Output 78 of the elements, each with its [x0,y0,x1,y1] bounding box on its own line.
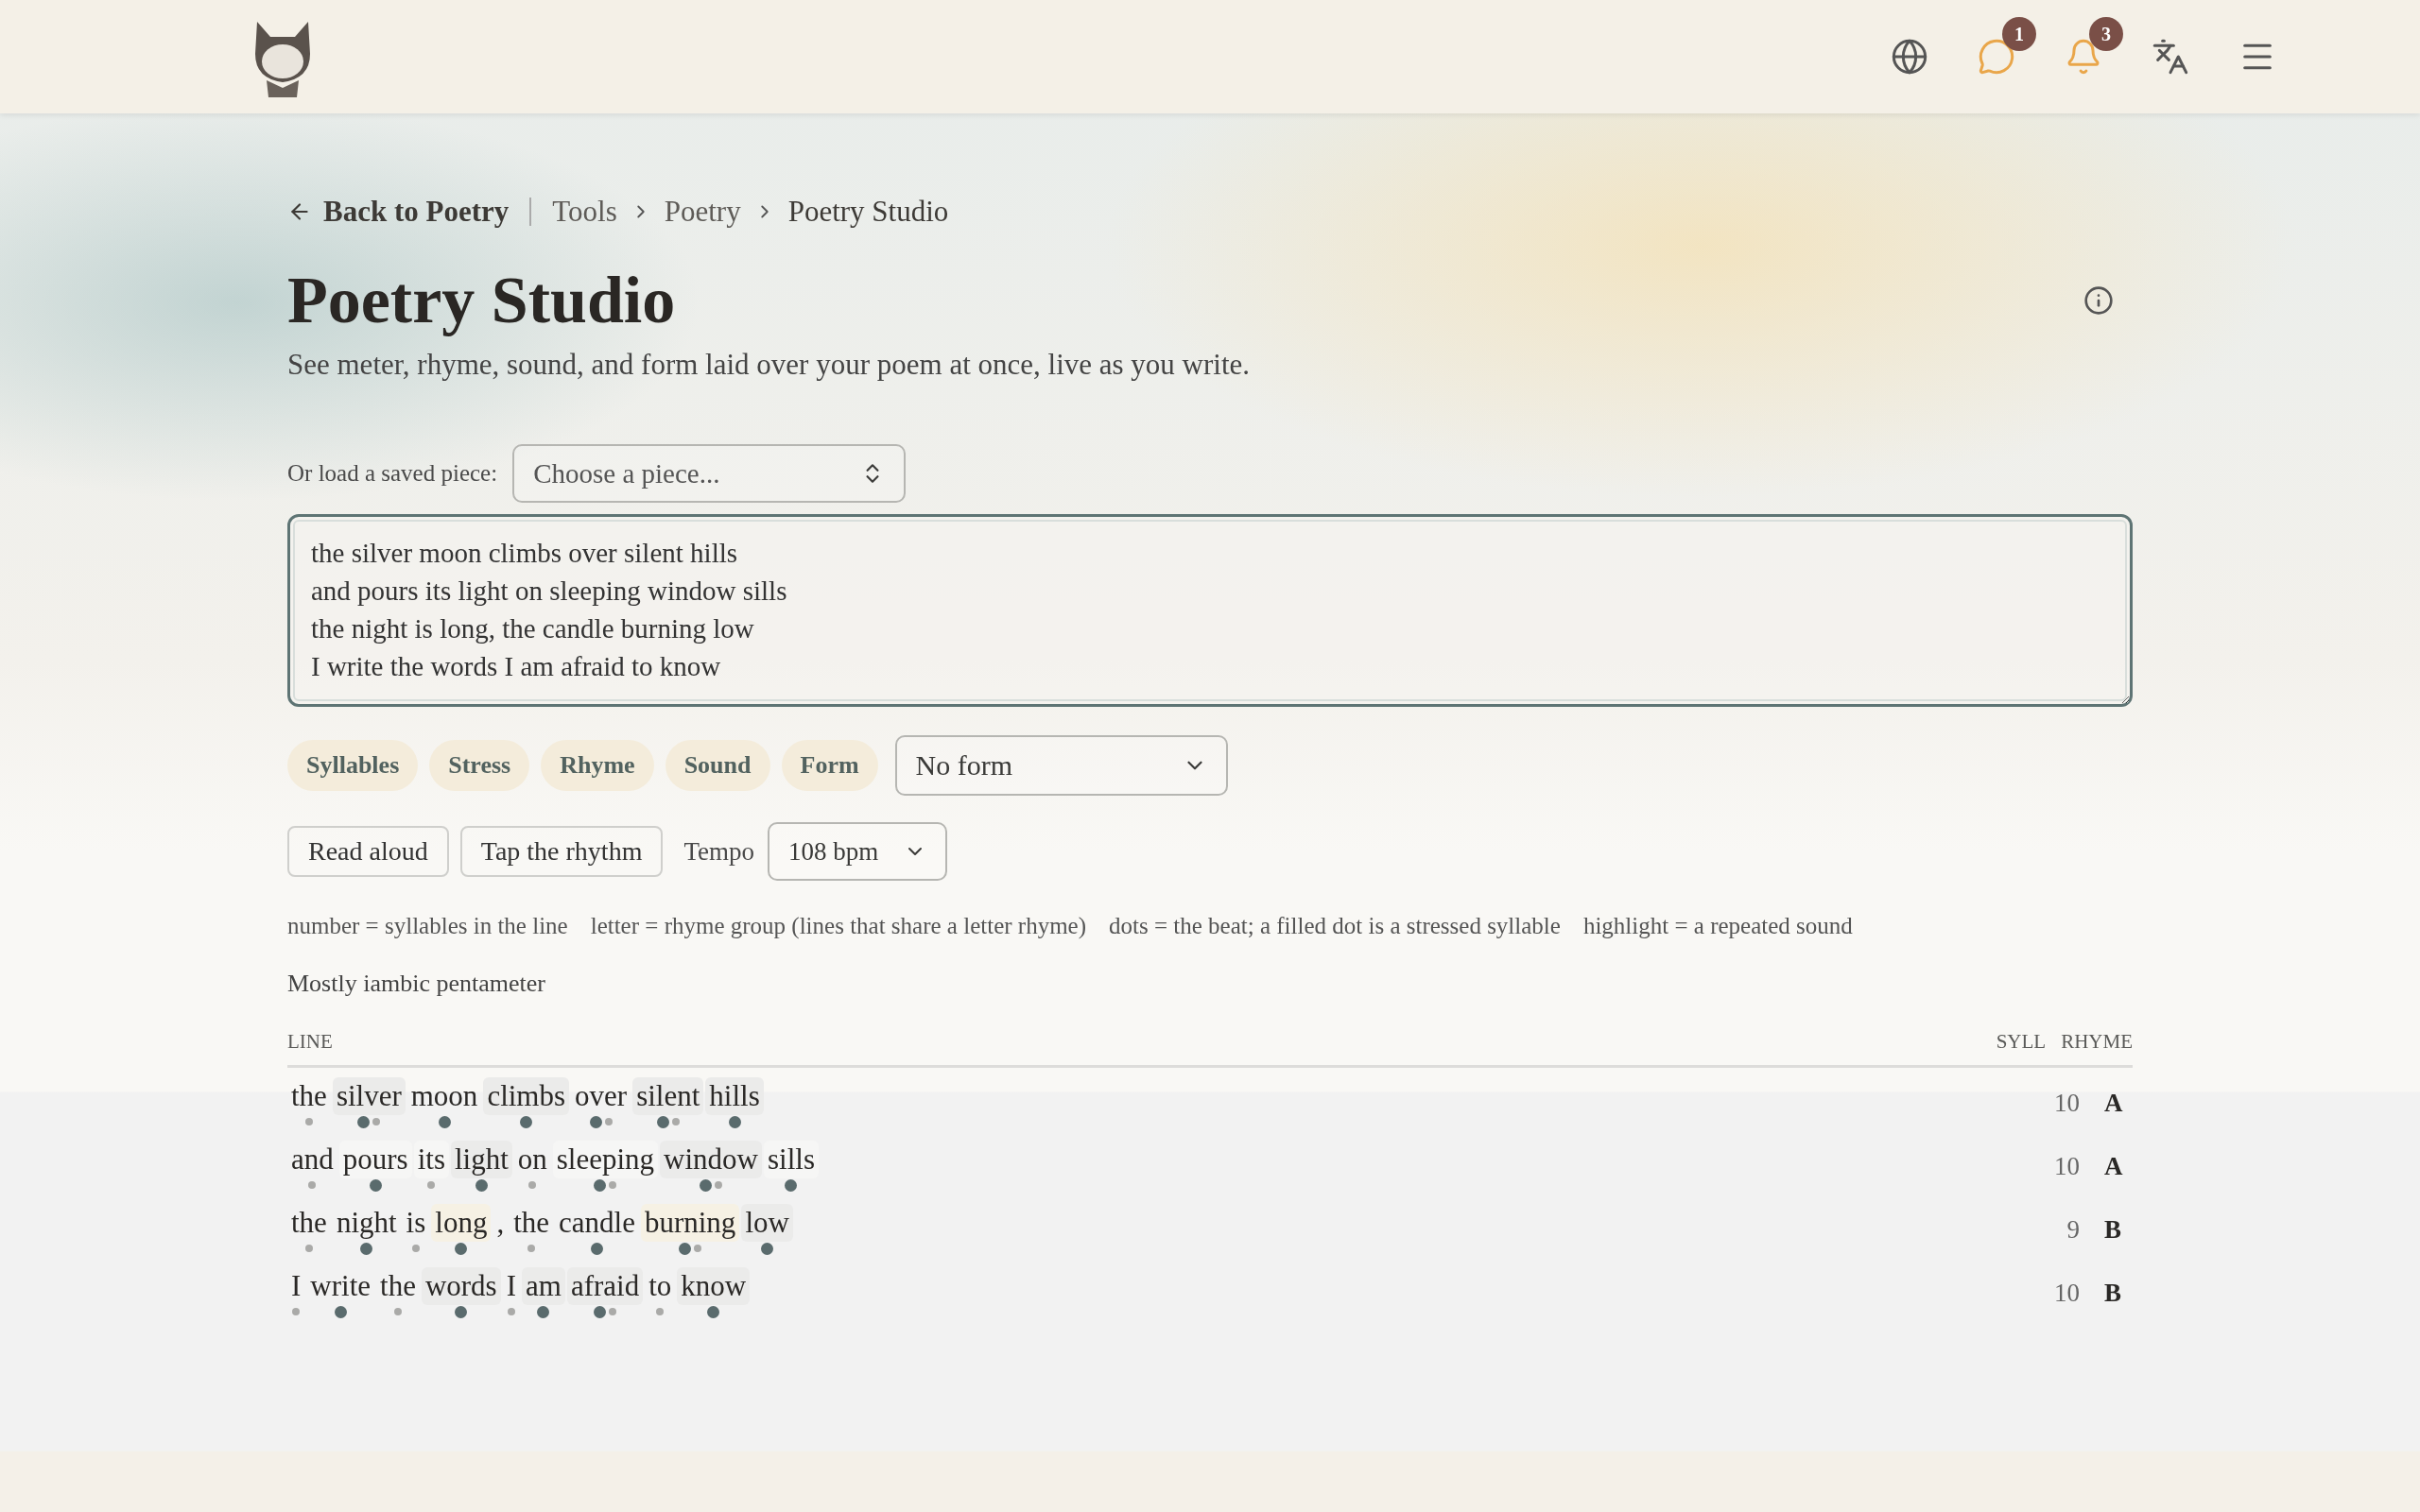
count-badge: 1 [2002,17,2036,51]
meter-summary: Mostly iambic pentameter [287,970,546,998]
toggle-chip[interactable]: Sound [665,740,770,791]
load-label: Or load a saved piece: [287,460,498,487]
highlighted-word: climbs [483,1077,570,1115]
toggle-chip[interactable]: Stress [429,740,530,791]
info-icon[interactable] [2083,285,2114,316]
highlighted-word: pours [338,1141,412,1178]
poem-word: on [516,1142,548,1177]
poem-word: , [495,1205,506,1241]
action-button[interactable]: Tap the rhythm [459,826,664,877]
legend-text: letter = rhyme group (lines that share a letter rhyme) [590,913,1086,939]
highlighted-word: sleeping [552,1141,659,1178]
column-header: RHYME [2061,1030,2133,1054]
toggle-chip[interactable]: Form [781,740,878,791]
globe-button[interactable] [1891,38,1928,76]
breadcrumb-link[interactable]: Tools [552,195,617,229]
highlighted-word: words [421,1267,501,1305]
toggle-chip[interactable]: Rhyme [541,740,654,791]
poem-word: night [335,1205,398,1241]
count-badge: 3 [2089,17,2123,51]
highlighted-word: long [431,1204,492,1242]
rhyme-letter: B [2104,1215,2122,1245]
rhyme-letter: A [2104,1152,2124,1181]
tempo-label: Tempo [683,836,754,867]
page-title: Poetry Studio [287,263,676,338]
poem-word: the [379,1268,417,1304]
globe-icon [1891,38,1928,76]
highlighted-word: low [741,1204,793,1242]
legend-text: dots = the beat; a filled dot is a stressed syllable [1109,913,1561,939]
poem-word: the [290,1205,328,1241]
poem-field[interactable]: the silver moon climbs over silent hills and pours its light on sleeping window sills the night is long, the candle burning low I write the words I am afraid to know [287,514,2133,707]
highlighted-word: afraid [566,1267,644,1305]
page-subtitle: See meter, rhyme, sound, and form laid over your poem at once, live as you write. [287,348,1252,382]
column-header: SYLL [1995,1030,2047,1054]
syllable-count: 10 [2053,1152,2080,1181]
rhyme-letter: A [2104,1089,2124,1118]
translate-button[interactable] [2152,38,2189,76]
highlighted-word: light [450,1141,512,1178]
syllable-count: 9 [2066,1215,2080,1245]
highlighted-word: sills [764,1141,819,1178]
form-select[interactable]: No form [894,735,1228,796]
action-button[interactable]: Read aloud [287,826,449,877]
highlighted-word: know [677,1267,751,1305]
highlighted-word: silent [632,1077,704,1115]
poem-word: the [512,1205,551,1241]
poem-word: over [574,1078,629,1114]
poem-word: and [290,1142,335,1177]
chat-icon [1978,38,2015,76]
translate-icon [2152,38,2189,76]
back-link[interactable]: Back to Poetry [287,195,510,229]
poem-word: is [405,1205,427,1241]
syllable-count: 10 [2053,1279,2080,1308]
piece-select[interactable]: Choose a piece... [512,444,907,503]
syllable-count: 10 [2053,1089,2080,1118]
poem-word: candle [558,1205,636,1241]
column-header: LINE [287,1030,334,1054]
poem-word: I [505,1268,517,1304]
poem-word: write [309,1268,372,1304]
chat-button[interactable] [1978,38,2015,76]
highlighted-word: its [413,1141,449,1178]
poem-word: I [290,1268,302,1304]
legend-text: highlight = a repeated sound [1582,913,1853,939]
toggle-chip[interactable]: Syllables [287,740,419,791]
highlighted-word: silver [332,1077,406,1115]
tempo-select[interactable]: 108 bpm [768,822,947,881]
poem-word: the [290,1078,328,1114]
breadcrumb-link[interactable]: Poetry Studio [787,195,949,229]
legend-text: number = syllables in the line [287,913,568,939]
breadcrumb-link[interactable]: Poetry [664,195,741,229]
rhyme-letter: B [2104,1279,2122,1308]
highlighted-word: window [660,1141,762,1178]
poem-word: to [648,1268,673,1304]
highlighted-word: am [522,1267,565,1305]
highlighted-word: hills [705,1077,764,1115]
highlighted-word: burning [640,1204,740,1242]
poem-word: moon [409,1078,479,1114]
back-link-label: Back to Poetry [323,195,510,229]
